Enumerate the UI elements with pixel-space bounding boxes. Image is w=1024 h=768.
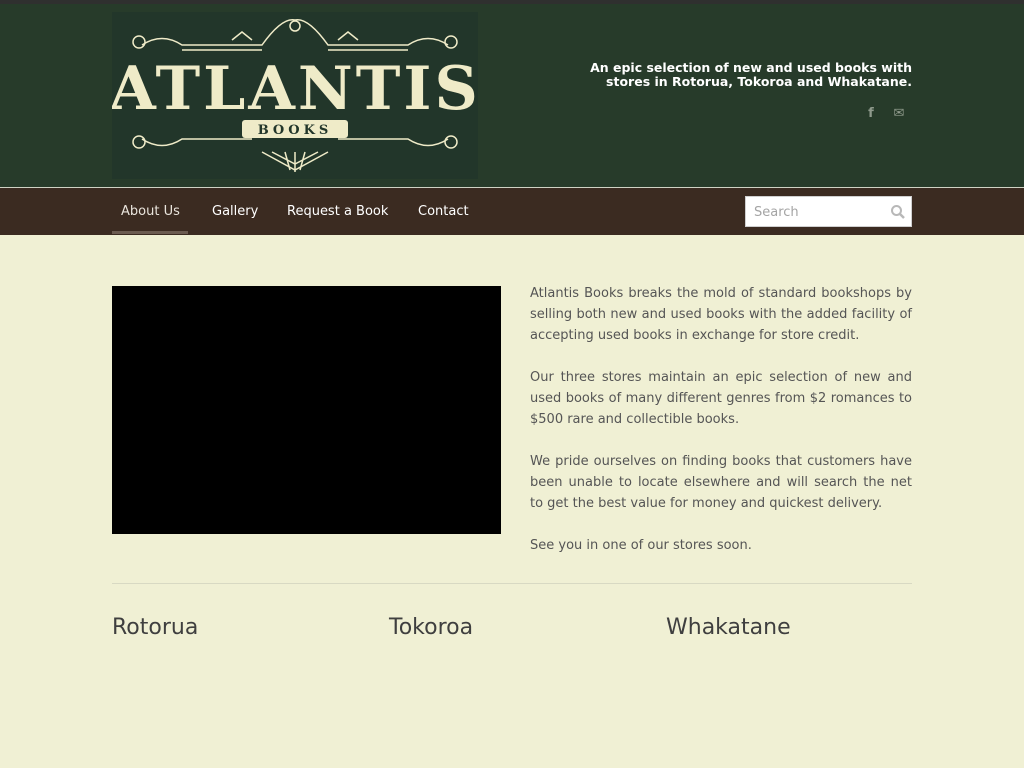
nav-request-a-book[interactable]: Request a Book [287, 204, 388, 219]
search-box [745, 196, 912, 227]
active-nav-indicator [112, 231, 188, 234]
site-tagline: An epic selection of new and used books … [560, 61, 912, 89]
store-heading-whakatane: Whakatane [666, 615, 791, 640]
intro-paragraph: Atlantis Books breaks the mold of standa… [530, 286, 912, 343]
logo-artwork: ATLANTIS BOOKS [112, 18, 478, 172]
video-embed[interactable] [112, 286, 501, 534]
intro-text: Atlantis Books breaks the mold of standa… [530, 283, 912, 577]
email-icon[interactable]: ✉ [891, 106, 907, 122]
intro-paragraph: Our three stores maintain an epic select… [530, 370, 912, 427]
intro-paragraph: We pride ourselves on finding books that… [530, 454, 912, 511]
nav-contact[interactable]: Contact [418, 204, 469, 219]
content-divider [112, 583, 912, 584]
nav-gallery[interactable]: Gallery [212, 204, 258, 219]
logo-title: ATLANTIS [112, 54, 478, 124]
intro-paragraph: See you in one of our stores soon. [530, 538, 752, 553]
tagline-line-1: An epic selection of new and used books … [590, 60, 912, 75]
search-icon[interactable] [890, 204, 906, 220]
store-heading-rotorua: Rotorua [112, 615, 199, 640]
search-input[interactable] [754, 202, 884, 222]
atlantis-books-logo[interactable]: ATLANTIS BOOKS [112, 12, 478, 179]
facebook-icon[interactable]: f [863, 106, 879, 122]
store-heading-tokoroa: Tokoroa [389, 615, 474, 640]
logo-subtitle: BOOKS [258, 123, 333, 138]
tagline-line-2: stores in Rotorua, Tokoroa and Whakatane… [606, 74, 912, 89]
nav-about-us[interactable]: About Us [121, 204, 180, 219]
